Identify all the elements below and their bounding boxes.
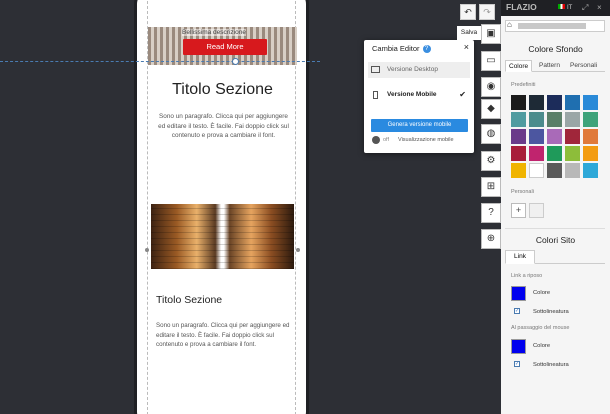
color-swatch[interactable] — [511, 146, 526, 161]
flazio-logo: FLAZIO — [506, 2, 537, 12]
color-tabs: Colore Pattern Personali — [505, 60, 605, 72]
save-disk-icon[interactable]: ▣ — [481, 24, 501, 44]
empty-personal-swatch[interactable] — [529, 203, 544, 218]
mobile-version-option[interactable]: Versione Mobile ✔ — [368, 87, 470, 103]
color-swatch[interactable] — [547, 95, 562, 110]
palette-icon[interactable]: ◍ — [481, 124, 501, 144]
personal-label: Personali — [511, 189, 534, 195]
option-label: Versione Mobile — [387, 91, 437, 98]
monitor-icon — [371, 66, 380, 73]
paint-bucket-icon[interactable]: ◆ — [481, 99, 501, 119]
color-swatch[interactable] — [547, 163, 562, 178]
change-editor-dialog: Cambia Editor? × Versione Desktop Versio… — [364, 40, 474, 153]
link-color-swatch[interactable] — [511, 286, 526, 301]
hover-color-label: Colore — [533, 343, 551, 349]
redo-button[interactable]: ↷ — [479, 4, 495, 20]
mobile-view-toggle[interactable] — [372, 136, 380, 144]
underline-checkbox[interactable]: ✓ — [514, 308, 520, 314]
color-swatch[interactable] — [511, 163, 526, 178]
color-label: Colore — [533, 290, 551, 296]
row-resize-handle[interactable] — [232, 58, 239, 65]
read-more-button[interactable]: Read More — [183, 39, 267, 55]
tab-color[interactable]: Colore — [505, 60, 533, 72]
section-title[interactable]: Titolo Sezione — [148, 81, 297, 99]
color-swatch[interactable] — [511, 95, 526, 110]
color-swatch[interactable] — [565, 163, 580, 178]
hero-caption[interactable]: Bellissima descrizione — [182, 29, 246, 36]
color-swatch[interactable] — [565, 129, 580, 144]
color-swatch[interactable] — [565, 95, 580, 110]
expand-icon[interactable]: ⤢ — [582, 3, 588, 13]
crosshair-icon[interactable]: ⊕ — [481, 229, 501, 249]
hover-underline-checkbox[interactable]: ✓ — [514, 361, 520, 367]
hover-label: Al passaggio del mouse — [511, 325, 570, 331]
language-code: IT — [567, 5, 573, 11]
underline-label: Sottolineatura — [533, 309, 569, 315]
undo-button[interactable]: ↶ — [460, 4, 476, 20]
close-icon[interactable]: × — [464, 42, 469, 52]
desktop-icon[interactable]: ▭ — [481, 51, 501, 71]
dialog-title-text: Cambia Editor — [372, 44, 420, 53]
color-swatch[interactable] — [583, 129, 598, 144]
hover-color-swatch[interactable] — [511, 339, 526, 354]
eye-icon[interactable]: ◉ — [481, 77, 501, 97]
section-paragraph[interactable]: Sono un paragrafo. Clicca qui per aggiun… — [156, 112, 291, 141]
color-swatch[interactable] — [565, 112, 580, 127]
language-selector[interactable]: IT — [558, 4, 572, 11]
left-resize-handle[interactable] — [145, 248, 149, 252]
color-swatch[interactable] — [511, 112, 526, 127]
subsection-paragraph[interactable]: Sono un paragrafo. Clicca qui per aggiun… — [156, 321, 296, 350]
tab-underline — [535, 263, 605, 264]
subsection-title[interactable]: Titolo Sezione — [156, 294, 222, 306]
phone-icon — [373, 91, 378, 99]
generate-mobile-button[interactable]: Genera versione mobile — [371, 119, 468, 132]
color-swatch[interactable] — [547, 146, 562, 161]
background-color-title: Colore Sfondo — [528, 44, 583, 54]
hero-image: Bellissima descrizione Read More — [148, 27, 297, 65]
color-swatch[interactable] — [529, 163, 544, 178]
help-icon[interactable]: ? — [422, 45, 431, 54]
color-swatch[interactable] — [583, 112, 598, 127]
color-swatch[interactable] — [547, 112, 562, 127]
italy-flag-icon — [558, 4, 565, 9]
color-swatch[interactable] — [529, 112, 544, 127]
color-swatch[interactable] — [583, 146, 598, 161]
predefined-label: Predefiniti — [511, 82, 536, 88]
mobile-preview-frame: Bellissima descrizione Read More Titolo … — [134, 0, 309, 414]
toggle-label: Visualizzazione mobile — [398, 137, 454, 143]
color-swatch[interactable] — [529, 95, 544, 110]
save-button[interactable]: Salva — [457, 26, 481, 40]
tab-pattern[interactable]: Pattern — [536, 60, 563, 72]
right-resize-handle[interactable] — [296, 248, 300, 252]
check-icon: ✔ — [459, 90, 466, 99]
tab-personal[interactable]: Personali — [567, 60, 600, 72]
desktop-version-option[interactable]: Versione Desktop — [368, 62, 470, 78]
hover-underline-label: Sottolineatura — [533, 362, 569, 368]
color-swatch[interactable] — [529, 146, 544, 161]
dialog-title: Cambia Editor? — [372, 44, 431, 54]
color-swatch[interactable] — [511, 129, 526, 144]
color-swatch[interactable] — [565, 146, 580, 161]
option-label: Versione Desktop — [387, 66, 438, 73]
site-colors-title: Colori Sito — [535, 235, 576, 245]
gear-icon[interactable]: ⚙ — [481, 151, 501, 171]
color-swatch[interactable] — [583, 95, 598, 110]
address-placeholder — [518, 23, 586, 29]
row-guide-line — [0, 61, 320, 62]
color-swatch[interactable] — [583, 163, 598, 178]
close-icon[interactable]: × — [597, 3, 602, 12]
add-page-icon[interactable]: ⊞ — [481, 177, 501, 197]
color-swatch[interactable] — [547, 129, 562, 144]
color-swatch[interactable] — [529, 129, 544, 144]
link-rest-label: Link a riposo — [511, 273, 543, 279]
building-photo-overlay — [151, 204, 294, 269]
help-icon[interactable]: ? — [481, 203, 501, 223]
add-color-button[interactable]: + — [511, 203, 526, 218]
tab-link[interactable]: Link — [505, 250, 535, 264]
toggle-state: off — [383, 137, 390, 143]
home-icon[interactable]: ⌂ — [507, 20, 512, 29]
panel-divider — [505, 228, 605, 229]
mobile-page-content: Bellissima descrizione Read More Titolo … — [147, 0, 297, 414]
